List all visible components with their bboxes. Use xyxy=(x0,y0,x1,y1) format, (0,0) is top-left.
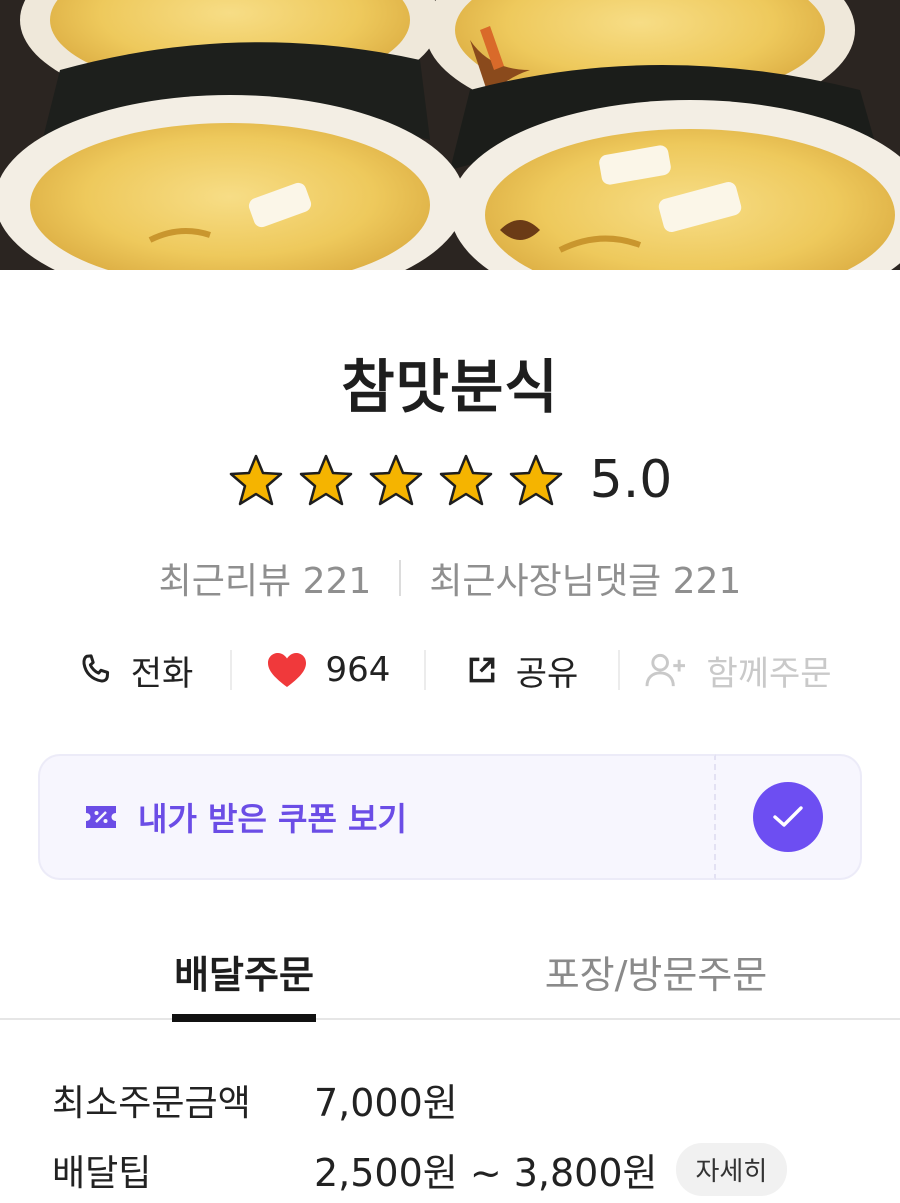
order-type-tabs: 배달주문 포장/방문주문 xyxy=(0,930,900,1022)
like-count: 964 xyxy=(325,650,391,690)
rating-row: 5.0 xyxy=(0,450,900,510)
star-icon xyxy=(439,454,492,506)
min-order-label: 최소주문금액 xyxy=(52,1082,251,1124)
view-coupons-button[interactable]: 내가 받은 쿠폰 보기 xyxy=(38,754,716,880)
recent-reviews-link[interactable]: 최근리뷰 221 xyxy=(159,552,372,604)
delivery-tip-detail-button[interactable]: 자세히 xyxy=(675,1143,788,1196)
divider xyxy=(399,560,402,596)
group-order-button[interactable]: 함께주문 xyxy=(620,640,856,700)
like-button[interactable]: 964 xyxy=(232,640,424,700)
delivery-tip-label: 배달팁 xyxy=(52,1152,152,1194)
check-icon xyxy=(773,806,803,827)
call-label: 전화 xyxy=(130,653,194,694)
call-button[interactable]: 전화 xyxy=(40,640,230,700)
tab-pickup-visit-order[interactable]: 포장/방문주문 xyxy=(520,930,792,1020)
store-hero-image xyxy=(0,0,900,270)
action-bar: 전화 964 공유 함께주문 xyxy=(40,640,860,700)
heart-icon xyxy=(266,651,308,689)
share-icon xyxy=(466,654,498,686)
rating-value: 5.0 xyxy=(589,450,673,510)
delivery-tip-value: 2,500원 ~ 3,800원 xyxy=(314,1151,658,1195)
coupon-label: 내가 받은 쿠폰 보기 xyxy=(138,800,407,838)
coupon-icon xyxy=(84,803,118,831)
store-name: 참맛분식 xyxy=(341,353,559,421)
star-icon xyxy=(509,454,562,506)
owner-replies-link[interactable]: 최근사장님댓글 221 xyxy=(429,552,741,604)
add-person-icon xyxy=(644,651,688,689)
share-label: 공유 xyxy=(515,653,579,694)
star-rating xyxy=(228,453,564,507)
min-order-value: 7,000원 xyxy=(314,1081,458,1125)
star-icon xyxy=(229,454,282,506)
review-summary: 최근리뷰 221 최근사장님댓글 221 xyxy=(0,552,900,604)
star-icon xyxy=(299,454,352,506)
coupon-check-button[interactable] xyxy=(753,782,823,852)
coupon-card: 내가 받은 쿠폰 보기 xyxy=(38,754,862,880)
coupon-action-area xyxy=(716,754,862,880)
group-order-label: 함께주문 xyxy=(706,653,832,694)
min-order-row: 최소주문금액 7,000원 xyxy=(52,1072,458,1127)
tab-delivery-order[interactable]: 배달주문 xyxy=(172,930,316,1022)
share-button[interactable]: 공유 xyxy=(426,640,618,700)
delivery-tip-row: 배달팁 2,500원 ~ 3,800원 자세히 xyxy=(52,1142,788,1197)
phone-icon xyxy=(77,652,113,688)
star-icon xyxy=(369,454,422,506)
kimbap-photo xyxy=(0,0,900,270)
